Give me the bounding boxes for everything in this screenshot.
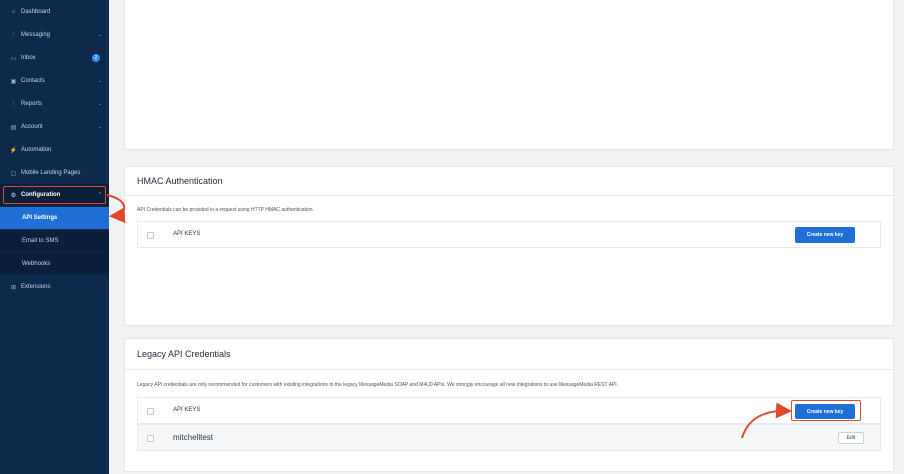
sidebar-item-contacts[interactable]: ▣ Contacts ⌄ <box>0 70 109 92</box>
contacts-icon: ▣ <box>10 78 17 85</box>
sidebar-item-mobile-landing-pages[interactable]: ▢ Mobile Landing Pages <box>0 162 109 184</box>
api-keys-header: API KEYS <box>173 231 201 237</box>
create-key-annotation-box <box>791 400 861 421</box>
top-card <box>124 0 894 150</box>
sidebar-item-messaging[interactable]: ◌ Messaging ⌄ <box>0 24 109 46</box>
inbox-icon: ▭ <box>10 55 17 62</box>
sidebar-item-label: Messaging <box>21 32 51 38</box>
hmac-api-keys-header-row: API KEYS Create new key <box>137 221 881 248</box>
sidebar-subitem-webhooks[interactable]: Webhooks <box>0 253 109 275</box>
extensions-icon: ⊞ <box>10 284 17 291</box>
legacy-description: Legacy API credentials are only recommen… <box>137 382 619 388</box>
hmac-description: API Credentials can be provided in a req… <box>137 207 314 213</box>
sidebar-item-label: Automation <box>21 147 52 153</box>
row-checkbox[interactable] <box>147 435 154 442</box>
chevron-down-icon: ⌄ <box>97 101 102 107</box>
configuration-annotation-box <box>3 186 106 204</box>
hmac-auth-card: HMAC Authentication API Credentials can … <box>124 166 894 326</box>
divider <box>125 195 893 196</box>
hmac-card-title: HMAC Authentication <box>137 176 223 186</box>
sidebar-subitem-api-settings[interactable]: API Settings <box>0 207 109 229</box>
sidebar-item-label: Mobile Landing Pages <box>21 170 81 176</box>
select-all-checkbox[interactable] <box>147 408 154 415</box>
select-all-checkbox[interactable] <box>147 232 154 239</box>
sidebar-item-dashboard[interactable]: ⌂ Dashboard <box>0 1 109 23</box>
sidebar-item-extensions[interactable]: ⊞ Extensions <box>0 276 109 298</box>
api-key-name: mitchelltest <box>173 433 214 442</box>
arrow-to-api-settings <box>106 194 126 224</box>
legacy-api-card: Legacy API Credentials Legacy API creden… <box>124 338 894 472</box>
chat-icon: ◌ <box>11 32 16 38</box>
api-keys-header: API KEYS <box>173 407 201 413</box>
sidebar-item-label: Extensions <box>21 284 51 290</box>
sidebar-item-automation[interactable]: ⚡ Automation <box>0 139 109 161</box>
legacy-api-keys-header-row: API KEYS Create new key <box>137 397 881 424</box>
sidebar-item-label: Contacts <box>21 78 45 84</box>
sidebar-item-label: Dashboard <box>21 9 51 15</box>
sidebar-subitem-email-to-sms[interactable]: Email to SMS <box>0 230 109 252</box>
sidebar-item-inbox[interactable]: ▭ Inbox 2 <box>0 47 109 69</box>
chevron-down-icon: ⌄ <box>97 124 102 130</box>
chevron-down-icon: ⌄ <box>97 78 102 84</box>
inbox-count-badge: 2 <box>92 54 100 62</box>
automation-icon: ⚡ <box>9 147 18 154</box>
sidebar-item-label: Inbox <box>21 55 36 61</box>
sidebar-item-label: Reports <box>21 101 43 107</box>
sidebar-item-reports[interactable]: ⫶ Reports ⌄ <box>0 93 109 115</box>
sidebar-item-account[interactable]: ▤ Account ⌄ <box>0 116 109 138</box>
home-icon: ⌂ <box>11 9 16 15</box>
account-icon: ▤ <box>10 124 17 131</box>
mobile-icon: ▢ <box>10 170 17 177</box>
chevron-down-icon: ⌄ <box>97 32 102 38</box>
divider <box>125 369 893 370</box>
edit-button[interactable]: Edit <box>838 432 864 444</box>
reports-icon: ⫶ <box>12 100 15 107</box>
hmac-create-new-key-button[interactable]: Create new key <box>795 227 855 243</box>
sidebar-item-label: Account <box>21 124 43 130</box>
legacy-card-title: Legacy API Credentials <box>137 349 231 359</box>
sidebar: ⌂ Dashboard ◌ Messaging ⌄ ▭ Inbox 2 ▣ Co… <box>0 0 109 474</box>
table-row: mitchelltest Edit <box>137 424 881 451</box>
